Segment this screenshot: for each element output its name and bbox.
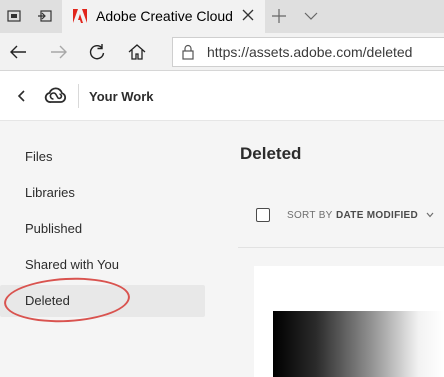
tab-title: Adobe Creative Cloud (96, 8, 233, 24)
set-aside-icon[interactable] (37, 8, 53, 24)
browser-navigation-bar: https://assets.adobe.com/deleted (0, 33, 444, 71)
browser-tab-strip: Adobe Creative Cloud (0, 0, 444, 33)
asset-thumbnail (273, 311, 444, 377)
back-icon[interactable] (14, 88, 28, 104)
refresh-icon[interactable] (87, 42, 107, 62)
adobe-logo-icon (73, 9, 87, 23)
new-tab-icon[interactable] (272, 9, 286, 23)
sidebar-item-libraries[interactable]: Libraries (0, 177, 205, 209)
sort-dropdown[interactable]: DATE MODIFIED (336, 210, 418, 221)
tab-adobe-creative-cloud[interactable]: Adobe Creative Cloud (62, 0, 265, 33)
tab-list-icon[interactable] (304, 11, 318, 21)
tab-preview-icon[interactable] (6, 8, 22, 24)
close-icon[interactable] (241, 8, 255, 22)
app-header: Your Work (0, 72, 444, 121)
forward-icon[interactable] (49, 42, 69, 62)
sidebar-item-files[interactable]: Files (0, 141, 205, 173)
back-icon[interactable] (8, 42, 28, 62)
sidebar-item-shared-with-you[interactable]: Shared with You (0, 249, 205, 281)
main-content: Deleted SORT BY DATE MODIFIED (218, 121, 444, 377)
section-heading: Deleted (240, 144, 302, 163)
sidebar-item-label: Shared with You (25, 257, 119, 272)
sidebar-item-label: Libraries (25, 185, 75, 200)
chevron-down-icon[interactable] (426, 212, 434, 218)
creative-cloud-icon[interactable] (44, 85, 68, 105)
home-icon[interactable] (127, 42, 147, 62)
select-all-checkbox[interactable] (256, 208, 270, 222)
sidebar-item-label: Published (25, 221, 83, 236)
sidebar-item-published[interactable]: Published (0, 213, 205, 245)
lock-icon (182, 44, 194, 60)
asset-card[interactable] (254, 266, 444, 377)
sidebar-item-label: Files (25, 149, 53, 164)
page-title: Your Work (89, 89, 154, 104)
url-text: https://assets.adobe.com/deleted (207, 44, 413, 60)
header-divider (78, 84, 79, 108)
sidebar: Files Libraries Published Shared with Yo… (0, 121, 218, 377)
divider (238, 247, 444, 248)
address-bar[interactable]: https://assets.adobe.com/deleted (172, 37, 444, 67)
sort-label: SORT BY (287, 210, 333, 221)
